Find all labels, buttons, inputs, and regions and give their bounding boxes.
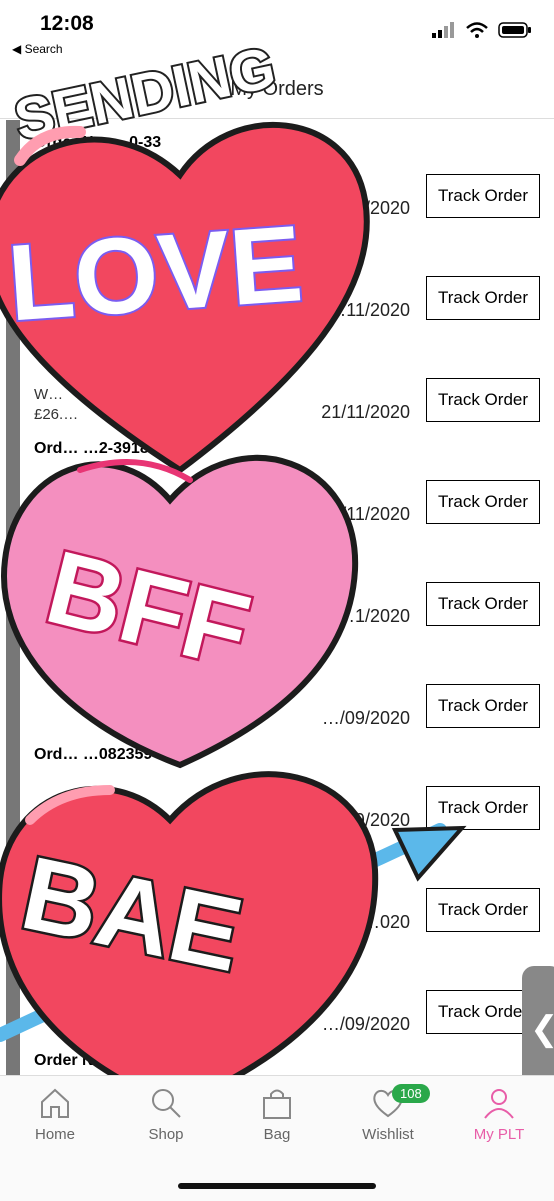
order-date: …/09/2020 (321, 1014, 410, 1034)
side-drawer-handle[interactable]: ❮ (522, 966, 554, 1092)
order-row: …1/2020 Track Order (20, 540, 554, 642)
order-row: Order No: …0-33 …/2020 Track Order (20, 132, 554, 234)
order-row: Order N… …442031 (20, 1050, 554, 1075)
wifi-icon (466, 22, 488, 38)
order-date: …/09/2020 (321, 810, 410, 830)
order-date: …1/2020 (336, 606, 410, 626)
tab-my-plt[interactable]: My PLT (449, 1086, 549, 1143)
order-number: Order N… …442031 (34, 1052, 184, 1069)
battery-icon (498, 22, 531, 38)
search-icon (152, 1089, 181, 1118)
tab-label: Home (34, 1126, 75, 1143)
order-price: £26.… (34, 406, 79, 423)
signal-icon (432, 22, 454, 38)
order-row: W… £26.… 21/11/2020 Track Order (20, 336, 554, 438)
tab-label: Bag (263, 1126, 291, 1143)
track-order-button[interactable]: Track Order (426, 888, 540, 932)
order-row: …11/2020 Track Order (20, 234, 554, 336)
order-row: …/09/2020 Track Order (20, 948, 554, 1050)
order-row: …/09/2020 Track Order (20, 642, 554, 744)
user-icon (484, 1089, 514, 1119)
navigation-bar: My Orders (0, 60, 554, 119)
order-date: …11/2020 (328, 300, 410, 320)
order-row: Ord… …2-3918895 17/11/2020 Track Order (20, 438, 554, 540)
clock: 12:08 (40, 12, 94, 35)
order-number: Order No: …0-33 (34, 134, 162, 151)
tab-label: Wishlist (362, 1126, 414, 1143)
tab-label: My PLT (473, 1126, 525, 1143)
order-number: Ord… …082359 (34, 746, 153, 763)
orders-list[interactable]: Order No: …0-33 …/2020 Track Order …11/2… (20, 120, 554, 1075)
track-order-button[interactable]: Track Order (426, 480, 540, 524)
tab-bag[interactable]: Bag (227, 1086, 327, 1143)
track-order-button[interactable]: Track Order (426, 174, 540, 218)
order-row: Ord… …082359 …/09/2020 Track Order (20, 744, 554, 846)
home-indicator[interactable] (178, 1183, 376, 1189)
status-icons (432, 22, 532, 38)
order-row: …020 Track Order (20, 846, 554, 948)
order-date: …020 (361, 912, 410, 932)
track-order-button[interactable]: Track Order (426, 582, 540, 626)
track-order-button[interactable]: Track Order (426, 786, 540, 830)
wishlist-count-badge: 108 (392, 1084, 430, 1103)
order-date: …/09/2020 (321, 708, 410, 728)
page-title: My Orders (230, 78, 324, 100)
tab-wishlist[interactable]: 108 Wishlist (338, 1084, 438, 1143)
scroll-indicator (6, 120, 20, 1080)
order-number: Ord… …2-3918895 (34, 440, 176, 457)
tab-shop[interactable]: Shop (116, 1086, 216, 1143)
order-date: …/2020 (346, 198, 410, 218)
track-order-button[interactable]: Track Order (426, 378, 540, 422)
order-date: 17/11/2020 (321, 504, 410, 524)
home-icon (41, 1088, 69, 1118)
tab-label: Shop (148, 1126, 184, 1143)
order-date: 21/11/2020 (321, 402, 410, 422)
track-order-button[interactable]: Track Order (426, 276, 540, 320)
bag-icon (263, 1089, 291, 1119)
status-bar: 12:08 ◀ Search (0, 0, 554, 56)
back-to-search-link[interactable]: ◀ Search (12, 42, 63, 56)
order-description: W… (34, 386, 64, 403)
track-order-button[interactable]: Track Order (426, 684, 540, 728)
tab-home[interactable]: Home (5, 1086, 105, 1143)
